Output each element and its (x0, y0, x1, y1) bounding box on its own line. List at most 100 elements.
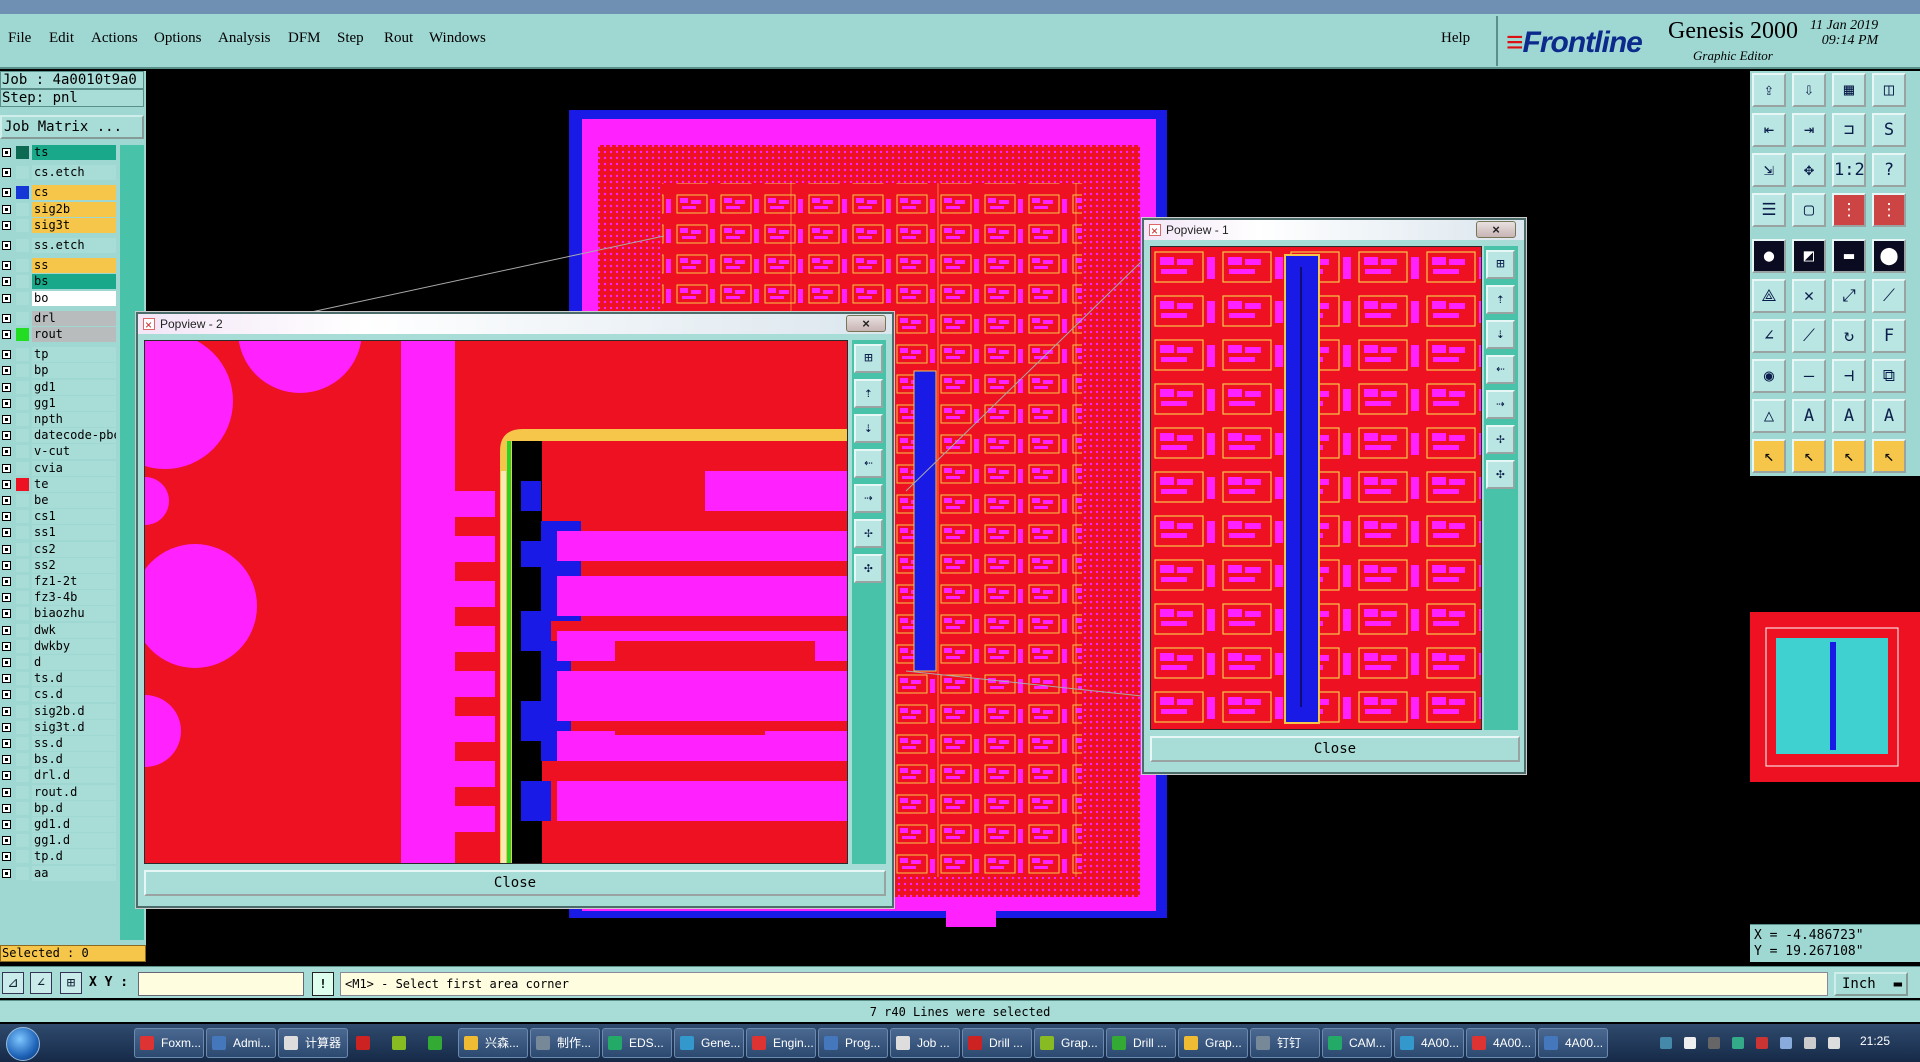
layer-checkbox[interactable] (2, 625, 11, 635)
layer-color-swatch[interactable] (16, 575, 29, 588)
layer-name[interactable]: sig2b.d (32, 703, 116, 719)
pan-left-icon[interactable]: ⇠ (854, 449, 883, 478)
quicklaunch-icon[interactable] (350, 1028, 384, 1058)
layer-color-swatch[interactable] (16, 656, 29, 669)
layer-name[interactable]: be (32, 493, 116, 508)
layer-name[interactable]: v-cut (32, 444, 116, 460)
layer-checkbox[interactable] (2, 658, 11, 667)
layer-name[interactable]: gd1.d (32, 817, 116, 832)
layer-name[interactable]: dwk (32, 622, 116, 638)
layer-name[interactable]: drl.d (32, 768, 116, 784)
layer-color-swatch[interactable] (16, 785, 29, 799)
xy-input[interactable] (138, 972, 304, 996)
layer-checkbox[interactable] (2, 479, 11, 489)
menu-actions[interactable]: Actions (91, 30, 138, 47)
layer-name[interactable]: bp (32, 363, 116, 379)
layer-checkbox[interactable] (2, 755, 11, 765)
zoom-extents-icon[interactable]: ⇲ (1752, 153, 1786, 187)
taskbar-button[interactable]: Prog... (818, 1028, 888, 1058)
layer-name[interactable]: tp.d (32, 849, 116, 865)
layers-icon[interactable]: ☰ (1752, 193, 1786, 227)
layer-name[interactable]: sig3t.d (32, 719, 116, 735)
layer-name[interactable]: sig3t (32, 217, 116, 233)
menu-help[interactable]: Help (1441, 30, 1470, 47)
overview-map[interactable] (1750, 612, 1920, 782)
cross-icon[interactable]: ✕ (1792, 279, 1826, 313)
layer-name[interactable]: gg1 (32, 395, 116, 411)
layer-color-swatch[interactable] (16, 186, 29, 200)
taskbar-button[interactable]: EDS... (602, 1028, 672, 1058)
layer-checkbox[interactable] (2, 593, 11, 603)
step-forward-icon[interactable]: ⇥ (1792, 113, 1826, 147)
copy-icon[interactable]: ⧉ (1872, 359, 1906, 393)
layer-checkbox[interactable] (2, 852, 11, 862)
tray-flag-icon[interactable] (1780, 1037, 1792, 1049)
layer-color-swatch[interactable] (16, 672, 29, 686)
start-button[interactable] (6, 1027, 40, 1061)
layer-color-swatch[interactable] (16, 328, 29, 341)
layer-checkbox[interactable] (2, 528, 11, 538)
help-icon[interactable]: ? (1872, 153, 1906, 187)
taskbar-button[interactable]: Job ... (890, 1028, 960, 1058)
layer-color-swatch[interactable] (16, 558, 29, 572)
zoom-out-icon[interactable]: ✢ (854, 519, 883, 548)
pan-up-icon[interactable]: ⇡ (854, 379, 883, 408)
layer-color-swatch[interactable] (16, 510, 29, 524)
layer-checkbox[interactable] (2, 706, 11, 716)
layer-checkbox[interactable] (2, 415, 11, 424)
slash-icon[interactable]: ⟋ (1792, 319, 1826, 353)
layer-checkbox[interactable] (2, 560, 11, 570)
window-icon[interactable]: ◫ (1872, 73, 1906, 107)
layer-checkbox[interactable] (2, 771, 11, 781)
layer-checkbox[interactable] (2, 330, 11, 339)
layer-checkbox[interactable] (2, 463, 11, 473)
layer-color-swatch[interactable] (16, 769, 29, 783)
popview-2-close-button[interactable]: Close (144, 870, 886, 896)
pad-icon[interactable]: ● (1752, 239, 1786, 273)
layer-name[interactable]: cs1 (32, 509, 116, 525)
layer-name[interactable]: cs2 (32, 541, 116, 557)
warning-button[interactable]: ! (312, 972, 334, 996)
layer-checkbox[interactable] (2, 577, 11, 586)
pan-down-icon[interactable]: ⇣ (854, 414, 883, 443)
layer-color-swatch[interactable] (16, 413, 29, 426)
menu-dfm[interactable]: DFM (288, 30, 321, 47)
s-curve-icon[interactable]: S (1872, 113, 1906, 147)
taskbar-button[interactable]: 4A00... (1538, 1028, 1608, 1058)
layer-checkbox[interactable] (2, 366, 11, 376)
taskbar-button[interactable]: 钉钉 (1250, 1028, 1320, 1058)
angle-icon[interactable]: ∠ (1752, 319, 1786, 353)
layer-checkbox[interactable] (2, 496, 11, 505)
layer-checkbox[interactable] (2, 188, 11, 198)
job-matrix-button[interactable]: Job Matrix ... (0, 115, 144, 139)
pointer-toggle-icon[interactable]: ↖ (1832, 439, 1866, 473)
move-icon[interactable]: ✥ (1792, 153, 1826, 187)
taskbar-button[interactable]: 4A00... (1394, 1028, 1464, 1058)
layer-color-swatch[interactable] (16, 737, 29, 750)
layer-checkbox[interactable] (2, 690, 11, 700)
layer-checkbox[interactable] (2, 313, 11, 323)
layer-color-swatch[interactable] (16, 146, 29, 159)
layer-name[interactable]: cs.etch (32, 165, 116, 181)
pan-up-icon[interactable]: ⇡ (1486, 285, 1515, 314)
pointer-add-icon[interactable]: ↖ (1792, 439, 1826, 473)
taskbar-button[interactable]: Admi... (206, 1028, 276, 1058)
popview-2-titlebar[interactable]: Popview - 2 × (138, 314, 892, 335)
grid-snap-icon[interactable]: ⊞ (60, 972, 82, 994)
layer-name[interactable]: cvia (32, 460, 116, 476)
unit-select[interactable]: Inch ▬ (1834, 972, 1908, 996)
taskbar-button[interactable]: CAM... (1322, 1028, 1392, 1058)
layer-color-swatch[interactable] (16, 494, 29, 507)
zoom-fit-icon[interactable]: ⊞ (1486, 250, 1515, 279)
save-icon[interactable]: ⇩ (1792, 73, 1826, 107)
taskbar-button[interactable]: Drill ... (962, 1028, 1032, 1058)
layer-name[interactable]: ss2 (32, 557, 116, 573)
layer-name[interactable]: gd1 (32, 379, 116, 395)
layer-color-swatch[interactable] (16, 591, 29, 605)
layer-checkbox[interactable] (2, 609, 11, 619)
layer-checkbox[interactable] (2, 277, 11, 287)
close-icon[interactable]: × (1476, 221, 1516, 238)
step-back-icon[interactable]: ⇤ (1752, 113, 1786, 147)
layer-checkbox[interactable] (2, 544, 11, 554)
layer-color-swatch[interactable] (16, 834, 29, 848)
